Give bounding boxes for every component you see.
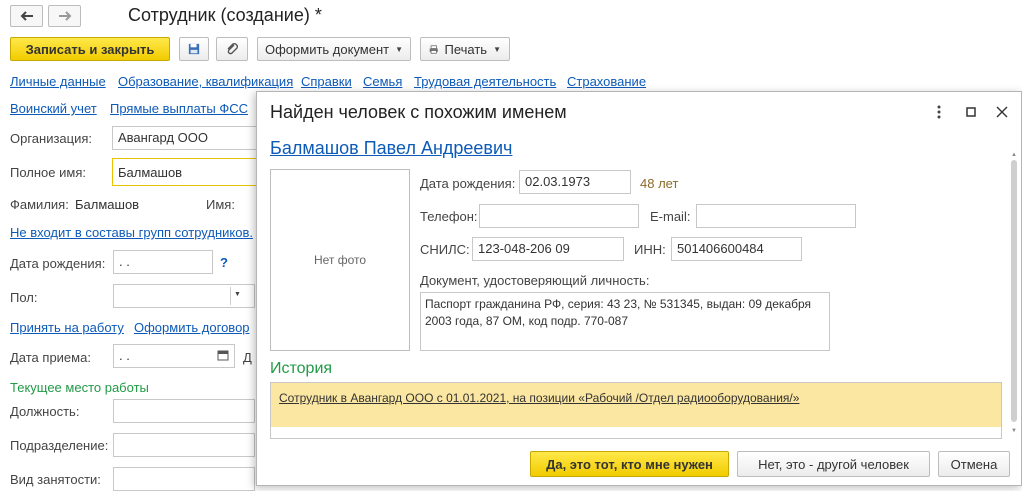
print-button[interactable]: Печать ▼ [420,37,510,61]
hire-date-suffix: Д [243,350,252,365]
confirm-same-person-button[interactable]: Да, это тот, кто мне нужен [530,451,729,477]
forward-button[interactable] [48,5,81,27]
more-icon[interactable] [929,102,949,122]
save-button[interactable] [179,37,209,61]
tab-education[interactable]: Образование, квалификация [118,74,293,89]
history-heading: История [270,360,333,377]
cancel-button[interactable]: Отмена [938,451,1010,477]
dlg-birth-field[interactable]: 02.03.1973 [519,170,631,194]
chevron-down-icon: ▼ [234,291,241,298]
scroll-up-icon[interactable]: ▲ [1011,152,1017,158]
position-field[interactable] [113,399,255,423]
gender-label: Пол: [10,290,38,305]
tab-military[interactable]: Воинский учет [10,101,97,116]
position-label: Должность: [10,404,80,419]
dlg-birth-label: Дата рождения: [420,176,516,191]
different-person-button[interactable]: Нет, это - другой человек [737,451,930,477]
contract-link[interactable]: Оформить договор [134,320,250,335]
tab-insurance[interactable]: Страхование [567,74,646,89]
paperclip-icon [227,43,238,55]
chevron-down-icon: ▼ [395,44,404,54]
maximize-icon[interactable] [961,102,981,122]
employment-field[interactable] [113,467,255,491]
dialog-scrollbar[interactable]: ▲ ▼ [1009,152,1019,437]
snils-label: СНИЛС: [420,242,470,257]
history-list: Сотрудник в Авангард ООО с 01.01.2021, н… [270,382,1002,439]
arrow-right-icon [58,11,71,21]
fullname-field[interactable]: Балмашов [112,158,262,186]
age-label: 48 лет [640,176,679,191]
gender-select[interactable]: ▼ [113,284,255,308]
inn-field[interactable]: 501406600484 [671,237,802,261]
history-row[interactable]: Сотрудник в Авангард ООО с 01.01.2021, н… [271,383,1001,427]
scroll-down-icon[interactable]: ▼ [1011,428,1017,434]
floppy-icon [188,43,200,55]
department-label: Подразделение: [10,438,109,453]
tab-family[interactable]: Семья [363,74,402,89]
tab-references[interactable]: Справки [301,74,352,89]
department-field[interactable] [113,433,255,457]
no-photo-label: Нет фото [313,253,367,267]
surname-value: Балмашов [75,197,140,212]
attach-button[interactable] [216,37,248,61]
snils-field[interactable]: 123-048-206 09 [472,237,624,261]
history-item-link[interactable]: Сотрудник в Авангард ООО с 01.01.2021, н… [279,391,799,405]
back-button[interactable] [10,5,43,27]
surname-label: Фамилия: [10,197,69,212]
phone-label: Телефон: [420,209,478,224]
close-icon[interactable] [992,102,1012,122]
help-icon[interactable]: ? [220,255,228,270]
tab-work-history[interactable]: Трудовая деятельность [414,74,556,89]
dialog-title: Найден человек с похожим именем [270,102,567,122]
tab-personal-data[interactable]: Личные данные [10,74,106,89]
save-close-button[interactable]: Записать и закрыть [10,37,170,61]
hire-link[interactable]: Принять на работу [10,320,124,335]
phone-field[interactable] [479,204,639,228]
similar-person-dialog: Найден человек с похожим именем Балмашов… [256,91,1022,486]
employment-label: Вид занятости: [10,472,101,487]
window-title: Сотрудник (создание) * [128,5,322,25]
create-document-button[interactable]: Оформить документ ▼ [257,37,411,61]
scroll-thumb[interactable] [1011,160,1017,422]
doc-label: Документ, удостоверяющий личность: [420,273,650,288]
calendar-icon[interactable] [217,349,229,364]
print-label: Печать [444,41,488,57]
org-label: Организация: [10,131,93,146]
org-field[interactable]: Авангард ООО [112,126,262,150]
email-label: E-mail: [650,209,691,224]
photo-placeholder: Нет фото [270,169,410,351]
create-document-label: Оформить документ [264,41,390,57]
person-name-link[interactable]: Балмашов Павел Андреевич [270,138,512,159]
birthdate-field[interactable]: . . [113,250,213,274]
current-work-heading: Текущее место работы [10,380,149,395]
fullname-label: Полное имя: [10,165,86,180]
arrow-left-icon [20,11,33,21]
email-field[interactable] [696,204,856,228]
inn-label: ИНН: [634,242,666,257]
name-label: Имя: [206,197,235,212]
hire-date-label: Дата приема: [10,350,91,365]
groups-link[interactable]: Не входит в составы групп сотрудников. [10,225,253,240]
birthdate-label: Дата рождения: [10,256,106,271]
select-divider [230,287,231,305]
tab-fss-payments[interactable]: Прямые выплаты ФСС [110,101,248,116]
doc-field[interactable]: Паспорт гражданина РФ, серия: 43 23, № 5… [420,292,830,351]
chevron-down-icon: ▼ [493,44,501,54]
printer-icon [429,44,438,54]
